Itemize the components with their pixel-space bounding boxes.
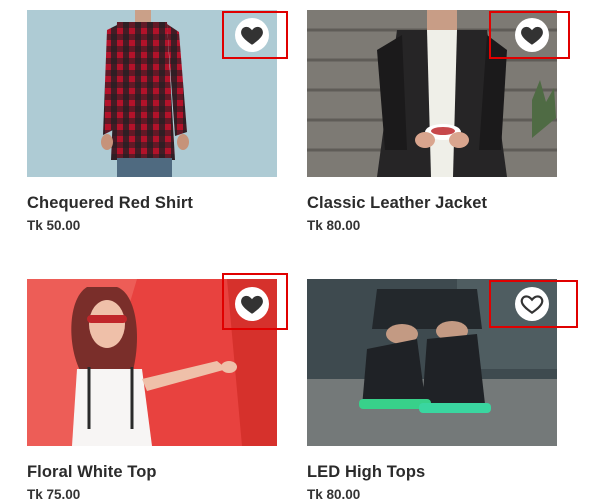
heart-filled-icon: [521, 26, 543, 45]
product-price: Tk 80.00: [307, 218, 361, 233]
favorite-button[interactable]: [235, 18, 269, 52]
product-card-classic-leather-jacket[interactable]: Classic Leather Jacket Tk 80.00: [307, 10, 557, 233]
product-title[interactable]: Classic Leather Jacket: [307, 194, 557, 213]
product-card-floral-white-top[interactable]: Floral White Top Tk 75.00: [27, 279, 277, 502]
product-image[interactable]: [307, 10, 557, 177]
product-price: Tk 75.00: [27, 487, 81, 502]
product-title[interactable]: Chequered Red Shirt: [27, 194, 277, 213]
product-title[interactable]: LED High Tops: [307, 463, 557, 482]
product-image[interactable]: [27, 10, 277, 177]
favorite-button[interactable]: [515, 287, 549, 321]
product-card-chequered-red-shirt[interactable]: Chequered Red Shirt Tk 50.00: [27, 10, 277, 233]
favorite-button[interactable]: [515, 18, 549, 52]
product-price: Tk 80.00: [307, 487, 361, 502]
product-price: Tk 50.00: [27, 218, 81, 233]
heart-outline-icon: [520, 295, 544, 314]
product-title[interactable]: Floral White Top: [27, 463, 277, 482]
product-image[interactable]: [307, 279, 557, 446]
heart-filled-icon: [241, 26, 263, 45]
product-card-led-high-tops[interactable]: LED High Tops Tk 80.00: [307, 279, 557, 502]
favorite-button[interactable]: [235, 287, 269, 321]
product-image[interactable]: [27, 279, 277, 446]
heart-filled-icon: [241, 295, 263, 314]
